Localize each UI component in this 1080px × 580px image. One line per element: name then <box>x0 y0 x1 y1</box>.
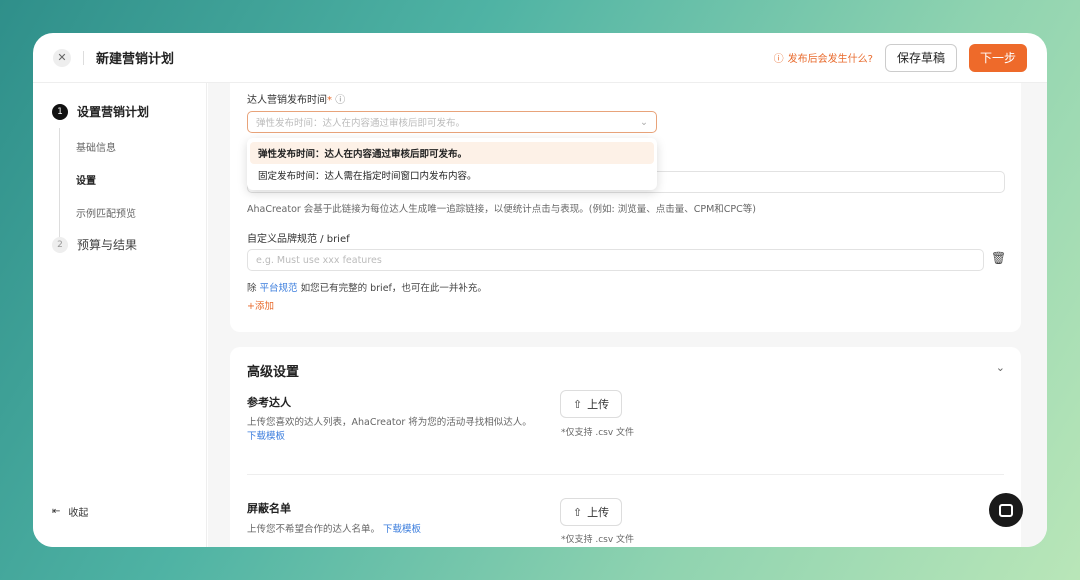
block-desc: 上传您不希望合作的达人名单。 下载模板 <box>247 521 421 535</box>
advanced-card: 高级设置 ⌄ 参考达人 上传您喜欢的达人列表，AhaCreator 将为您的活动… <box>230 347 1021 547</box>
step-label: 预算与结果 <box>77 236 137 253</box>
publish-time-select[interactable]: 弹性发布时间：达人在内容通过审核后即可发布。 ⌄ <box>247 111 657 133</box>
ref-download-link[interactable]: 下载模板 <box>247 428 285 442</box>
sidebar: 1 设置营销计划 基础信息 设置 示例匹配预览 2 预算与结果 ⇤ 收起 <box>33 83 207 547</box>
page-title: 新建营销计划 <box>96 48 174 67</box>
next-button[interactable]: 下一步 <box>969 44 1027 72</box>
brief-label: 自定义品牌规范 / brief <box>247 230 350 245</box>
help-link[interactable]: ⓘ 发布后会发生什么? <box>774 50 873 65</box>
chat-icon <box>999 504 1013 517</box>
step-number: 1 <box>52 104 68 120</box>
block-download-link[interactable]: 下载模板 <box>383 524 421 535</box>
option-fixed[interactable]: 固定发布时间：达人需在指定时间窗口内发布内容。 <box>250 164 654 186</box>
upload-icon: ⇧ <box>573 506 582 519</box>
modal-window: ✕ 新建营销计划 ⓘ 发布后会发生什么? 保存草稿 下一步 1 设置营销计划 基础信… <box>33 33 1047 547</box>
brief-input[interactable]: e.g. Must use xxx features <box>247 249 984 271</box>
chevron-down-icon[interactable]: ⌄ <box>996 361 1005 374</box>
ref-upload-button[interactable]: ⇧ 上传 <box>560 390 622 418</box>
ref-note: *仅支持 .csv 文件 <box>561 425 634 438</box>
chevron-down-icon: ⌄ <box>640 117 648 128</box>
tracking-hint: AhaCreator 会基于此链接为每位达人生成唯一追踪链接，以便统计点击与表现… <box>247 201 756 215</box>
block-title: 屏蔽名单 <box>247 500 291 516</box>
question-icon: ⓘ <box>774 50 784 65</box>
collapse-icon: ⇤ <box>52 506 60 517</box>
upload-label: 上传 <box>587 504 609 520</box>
divider <box>247 474 1004 475</box>
block-note: *仅支持 .csv 文件 <box>561 532 634 545</box>
header: ✕ 新建营销计划 ⓘ 发布后会发生什么? 保存草稿 下一步 <box>33 33 1047 83</box>
brief-hint: 除 平台规范 如您已有完整的 brief，也可在此一并补充。 <box>247 280 487 294</box>
ref-desc: 上传您喜欢的达人列表，AhaCreator 将为您的活动寻找相似达人。 <box>247 414 532 428</box>
divider <box>83 51 84 65</box>
close-button[interactable]: ✕ <box>53 49 71 67</box>
publish-time-label: 达人营销发布时间* ⓘ <box>247 91 345 106</box>
step-label: 设置营销计划 <box>77 103 149 120</box>
info-icon: ⓘ <box>335 95 345 106</box>
platform-rules-link[interactable]: 平台规范 <box>260 283 298 294</box>
step-line <box>59 128 60 253</box>
step-2[interactable]: 2 预算与结果 <box>52 236 137 253</box>
publish-time-dropdown: 弹性发布时间：达人在内容通过审核后即可发布。 固定发布时间：达人需在指定时间窗口… <box>247 138 657 190</box>
chat-button[interactable] <box>989 493 1023 527</box>
sidebar-item-preview[interactable]: 示例匹配预览 <box>76 205 136 220</box>
save-draft-button[interactable]: 保存草稿 <box>885 44 957 72</box>
collapse-button[interactable]: ⇤ 收起 <box>52 504 88 519</box>
sidebar-item-settings[interactable]: 设置 <box>76 172 96 187</box>
ref-title: 参考达人 <box>247 394 291 410</box>
select-value: 弹性发布时间：达人在内容通过审核后即可发布。 <box>256 115 465 129</box>
step-number: 2 <box>52 237 68 253</box>
upload-icon: ⇧ <box>573 398 582 411</box>
help-link-label: 发布后会发生什么? <box>788 50 873 65</box>
advanced-title: 高级设置 <box>247 361 299 380</box>
close-icon: ✕ <box>57 51 66 64</box>
settings-card: 达人营销发布时间* ⓘ 弹性发布时间：达人在内容通过审核后即可发布。 ⌄ 弹性发布… <box>230 83 1021 332</box>
option-flexible[interactable]: 弹性发布时间：达人在内容通过审核后即可发布。 <box>250 142 654 164</box>
upload-label: 上传 <box>587 396 609 412</box>
block-upload-button[interactable]: ⇧ 上传 <box>560 498 622 526</box>
step-1[interactable]: 1 设置营销计划 <box>52 103 149 120</box>
collapse-label: 收起 <box>68 504 88 519</box>
trash-icon[interactable]: 🗑 <box>991 251 1006 265</box>
main-content: 达人营销发布时间* ⓘ 弹性发布时间：达人在内容通过审核后即可发布。 ⌄ 弹性发布… <box>208 83 1047 547</box>
add-button[interactable]: +添加 <box>247 298 274 312</box>
sidebar-item-basic[interactable]: 基础信息 <box>76 139 116 154</box>
